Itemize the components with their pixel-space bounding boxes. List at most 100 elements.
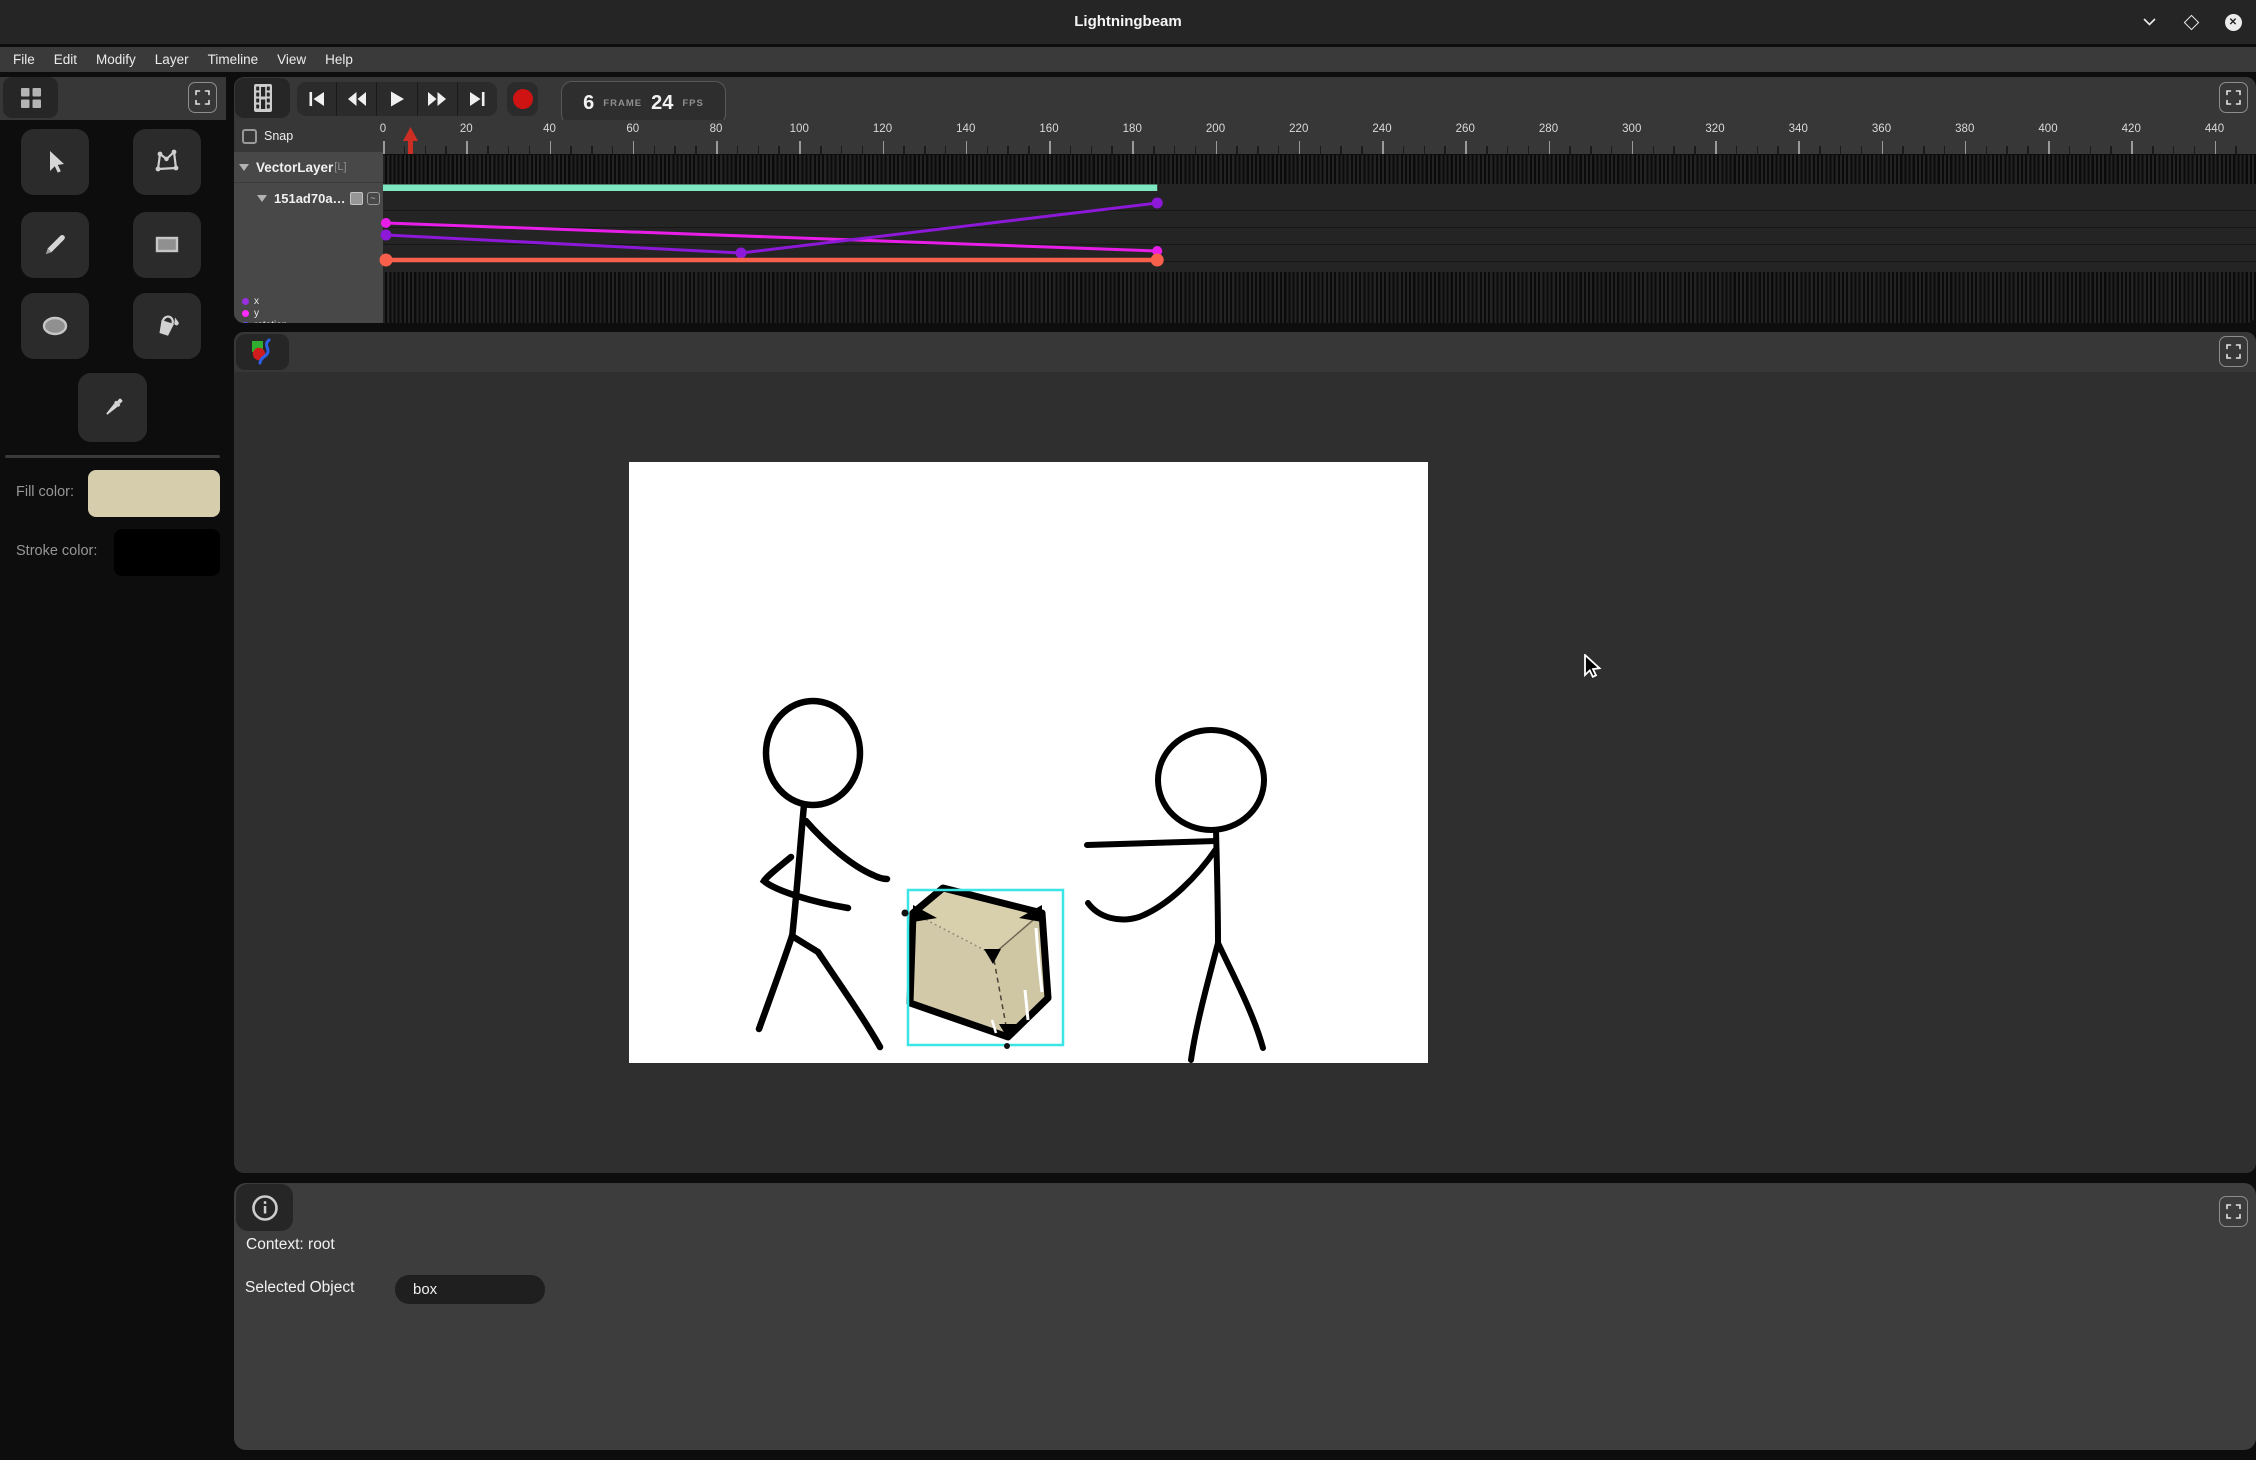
keyframe-color-dot bbox=[242, 298, 249, 305]
skip-to-start-button[interactable] bbox=[297, 82, 337, 116]
skip-to-end-icon bbox=[467, 91, 487, 107]
x-curve-keyframe-dot[interactable] bbox=[381, 230, 392, 241]
timeline-tracks[interactable]: 0204060801001201401601802002202402602803… bbox=[383, 120, 2256, 323]
stroke-color-label: Stroke color: bbox=[16, 543, 97, 559]
layer-row-sublayer[interactable]: 151ad70a… ~ bbox=[234, 183, 383, 213]
property-rows: xyrotationscale_xscale_yframeNumber bbox=[234, 296, 383, 323]
skip-to-start-icon bbox=[307, 91, 327, 107]
y-curve[interactable] bbox=[386, 223, 1157, 251]
tools-panel-expand-button[interactable] bbox=[188, 82, 217, 113]
selection-handle-dot bbox=[1004, 1043, 1010, 1049]
stage-artboard[interactable] bbox=[629, 462, 1428, 1063]
canvas-mode-button[interactable] bbox=[236, 334, 289, 370]
timeline-mode-button[interactable] bbox=[235, 78, 290, 118]
selected-object-label: Selected Object bbox=[245, 1279, 354, 1297]
menu-item-timeline[interactable]: Timeline bbox=[208, 52, 259, 67]
grid-icon bbox=[18, 85, 44, 111]
collapse-caret-icon[interactable] bbox=[239, 164, 249, 171]
skip-to-end-button[interactable] bbox=[458, 82, 497, 116]
pencil-tool-button[interactable] bbox=[21, 212, 89, 278]
shapes-logo-icon bbox=[248, 337, 278, 367]
fps-value[interactable]: 24 bbox=[651, 92, 673, 115]
transform-icon bbox=[151, 146, 183, 178]
sublayer-square-button[interactable] bbox=[350, 192, 363, 205]
play-button[interactable] bbox=[377, 82, 417, 116]
fps-label: FPS bbox=[682, 98, 703, 109]
eyedropper-tool-button[interactable] bbox=[78, 373, 147, 442]
menu-item-view[interactable]: View bbox=[277, 52, 306, 67]
menu-item-modify[interactable]: Modify bbox=[96, 52, 136, 67]
frame-label: FRAME bbox=[603, 98, 642, 109]
collapse-caret-icon[interactable] bbox=[257, 195, 267, 202]
film-strip-icon bbox=[251, 83, 275, 113]
rectangle-icon bbox=[151, 229, 183, 261]
menu-item-help[interactable]: Help bbox=[325, 52, 353, 67]
x-curve-keyframe-dot[interactable] bbox=[1152, 198, 1163, 209]
menu-item-edit[interactable]: Edit bbox=[54, 52, 77, 67]
close-button[interactable]: ✕ bbox=[2224, 13, 2242, 31]
window-title: Lightningbeam bbox=[0, 0, 2256, 44]
property-row-rotation[interactable]: rotation bbox=[234, 320, 383, 323]
property-label: x bbox=[254, 297, 259, 307]
menu-item-file[interactable]: File bbox=[13, 52, 35, 67]
current-frame-value[interactable]: 6 bbox=[583, 92, 594, 115]
minimize-button[interactable] bbox=[2140, 13, 2158, 31]
select-tool-button[interactable] bbox=[21, 129, 89, 195]
stick-figure-right[interactable] bbox=[1087, 730, 1264, 1060]
frameNumber-curve-keyframe-dot[interactable] bbox=[1151, 254, 1164, 267]
fill-color-label: Fill color: bbox=[16, 484, 74, 500]
paint-bucket-tool-button[interactable] bbox=[133, 293, 201, 359]
record-button[interactable] bbox=[507, 82, 538, 116]
property-label: y bbox=[254, 309, 259, 319]
frame-indicator[interactable]: 6 FRAME 24 FPS bbox=[561, 81, 726, 125]
ellipse-icon bbox=[38, 309, 72, 343]
title-bar: Lightningbeam ✕ bbox=[0, 0, 2256, 44]
mouse-cursor bbox=[1583, 654, 1603, 680]
eyedropper-icon bbox=[98, 393, 128, 423]
selected-object-input[interactable]: box bbox=[395, 1275, 545, 1304]
info-icon bbox=[250, 1193, 280, 1223]
tool-grid-button[interactable] bbox=[3, 77, 58, 118]
timeline-layers-column: VectorLayer [L] 151ad70a… ~ xyrotationsc… bbox=[234, 152, 383, 323]
frameNumber-curve-keyframe-dot[interactable] bbox=[380, 254, 393, 267]
maximize-button[interactable] bbox=[2182, 13, 2200, 31]
keyframe-curves[interactable] bbox=[383, 120, 2256, 323]
stroke-color-swatch[interactable] bbox=[114, 529, 220, 576]
rewind-button[interactable] bbox=[337, 82, 377, 116]
expand-icon bbox=[195, 90, 210, 105]
fill-color-swatch[interactable] bbox=[88, 470, 220, 517]
sublayer-tween-button[interactable]: ~ bbox=[367, 192, 380, 205]
timeline-panel: 6 FRAME 24 FPS Snap VectorLayer [L] 151a… bbox=[234, 77, 2256, 323]
x-curve-keyframe-dot[interactable] bbox=[735, 248, 746, 259]
fast-forward-button[interactable] bbox=[418, 82, 458, 116]
tools-divider bbox=[5, 455, 220, 458]
layer-name: VectorLayer bbox=[256, 160, 333, 175]
property-row-y[interactable]: y bbox=[234, 308, 383, 320]
playhead[interactable] bbox=[402, 126, 419, 154]
snap-checkbox[interactable] bbox=[242, 129, 257, 144]
property-row-x[interactable]: x bbox=[234, 296, 383, 308]
keyframe-color-dot bbox=[242, 310, 249, 317]
rectangle-tool-button[interactable] bbox=[133, 212, 201, 278]
transform-tool-button[interactable] bbox=[133, 129, 201, 195]
expand-icon bbox=[2226, 1204, 2241, 1219]
ellipse-tool-button[interactable] bbox=[21, 293, 89, 359]
diamond-icon bbox=[2183, 14, 2199, 30]
clip-extent-bar[interactable] bbox=[383, 185, 1157, 192]
play-icon bbox=[387, 91, 407, 107]
info-button[interactable] bbox=[236, 1184, 293, 1231]
y-curve-keyframe-dot[interactable] bbox=[381, 218, 391, 228]
timeline-expand-button[interactable] bbox=[2219, 82, 2248, 113]
select-cursor-icon bbox=[40, 147, 70, 177]
layer-row-vectorlayer[interactable]: VectorLayer [L] bbox=[234, 152, 383, 183]
paint-bucket-icon bbox=[151, 310, 183, 342]
box-object[interactable] bbox=[910, 888, 1048, 1039]
expand-icon bbox=[2226, 90, 2241, 105]
stage-drawing bbox=[629, 462, 1428, 1063]
canvas-panel bbox=[234, 332, 2256, 1173]
status-panel: Context: root Selected Object box bbox=[234, 1183, 2256, 1450]
status-expand-button[interactable] bbox=[2219, 1196, 2248, 1227]
stick-figure-left[interactable] bbox=[759, 701, 887, 1047]
canvas-expand-button[interactable] bbox=[2219, 336, 2248, 367]
menu-item-layer[interactable]: Layer bbox=[155, 52, 189, 67]
